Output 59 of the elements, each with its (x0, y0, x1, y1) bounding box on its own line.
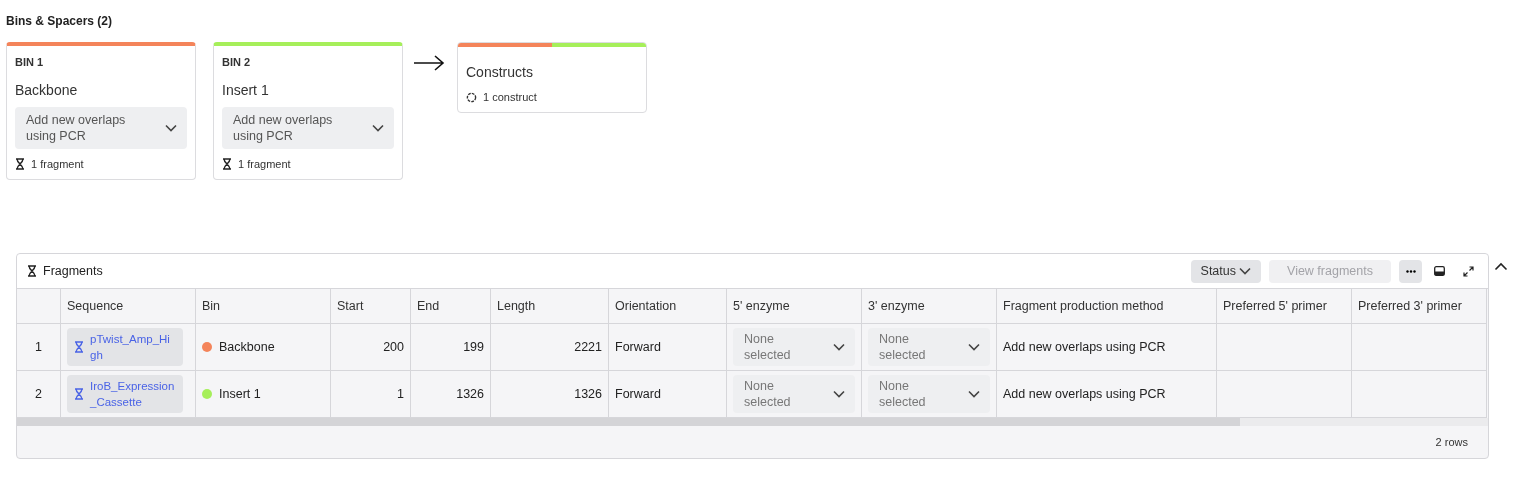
length-cell: 2221 (491, 324, 609, 371)
expand-icon (1463, 265, 1474, 277)
more-icon (1405, 269, 1416, 273)
enzyme-select[interactable]: None selected (868, 375, 990, 413)
chevron-down-icon (833, 390, 845, 398)
chevron-down-icon (968, 390, 980, 398)
enzyme-select[interactable]: None selected (868, 328, 990, 366)
end-cell: 199 (411, 324, 491, 371)
sequence-link[interactable]: IroB_Expression_Cassette (67, 375, 183, 413)
sequence-link[interactable]: pTwist_Amp_High (67, 328, 183, 366)
chevron-down-icon (165, 124, 177, 132)
caret-icon (1239, 267, 1251, 275)
hourglass-icon (27, 265, 37, 277)
arrow-icon (413, 54, 445, 72)
loading-icon (466, 91, 477, 103)
method-select[interactable]: Add new overlaps using PCR (15, 107, 187, 149)
column-header: Orientation (609, 289, 727, 324)
column-header: 5' enzyme (727, 289, 862, 324)
start-cell: 200 (331, 324, 411, 371)
chevron-up-icon (1494, 262, 1508, 271)
hourglass-icon (74, 388, 84, 400)
status-button[interactable]: Status (1190, 259, 1261, 283)
column-header: End (411, 289, 491, 324)
enzyme-select[interactable]: None selected (733, 328, 855, 366)
column-header: Sequence (61, 289, 196, 324)
orientation-cell: Forward (609, 324, 727, 371)
hourglass-icon (15, 158, 25, 170)
enzyme-select[interactable]: None selected (733, 375, 855, 413)
row-number: 1 (17, 324, 61, 371)
column-header: Bin (196, 289, 331, 324)
column-header: Length (491, 289, 609, 324)
method-cell: Add new overlaps using PCR (997, 324, 1217, 371)
column-header: 3' enzyme (862, 289, 997, 324)
hourglass-icon (222, 158, 232, 170)
bin-name: Insert 1 (219, 387, 261, 401)
column-header: Preferred 3' primer (1352, 289, 1487, 324)
more-button[interactable] (1399, 259, 1422, 283)
bin-name: Insert 1 (222, 82, 270, 98)
chevron-down-icon (968, 343, 980, 351)
bin-label: BIN 1 (15, 56, 45, 68)
chevron-down-icon (833, 343, 845, 351)
chevron-down-icon (372, 124, 384, 132)
construct-count: 1 construct (483, 91, 537, 103)
column-header: Fragment production method (997, 289, 1217, 324)
bin-name: Backbone (15, 82, 79, 98)
column-header: Start (331, 289, 411, 324)
constructs-title: Constructs (466, 64, 534, 80)
hourglass-icon (74, 341, 84, 353)
panel-title: Fragments (43, 264, 103, 278)
bin-label: BIN 2 (222, 56, 252, 68)
section-title: Bins & Spacers (2) (6, 14, 114, 28)
panel-layout-icon (1434, 266, 1445, 276)
row-count: 2 rows (1435, 436, 1468, 448)
fragment-count: 1 fragment (31, 158, 84, 170)
column-header: Preferred 5' primer (1217, 289, 1352, 324)
bin-name: Backbone (219, 340, 275, 354)
method-select[interactable]: Add new overlaps using PCR (222, 107, 394, 149)
horizontal-scrollbar[interactable] (17, 418, 1488, 426)
fragment-count: 1 fragment (238, 158, 291, 170)
